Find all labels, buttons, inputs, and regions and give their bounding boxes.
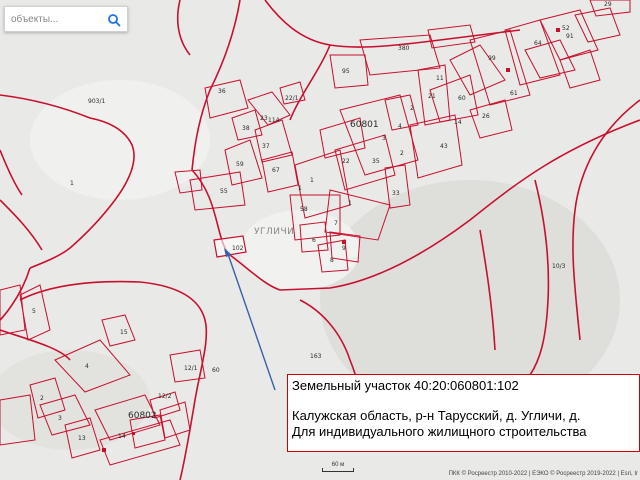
parcel-label: 2 xyxy=(400,150,404,157)
parcel-label: 3 xyxy=(58,415,62,422)
parcel-label: 22/1 xyxy=(285,95,299,102)
block-label-60801: 60801 xyxy=(350,120,379,130)
parcel-title: Земельный участок 40:20:060801:102 xyxy=(292,378,519,393)
parcel-info-box: Земельный участок 40:20:060801:102 Калуж… xyxy=(287,374,640,452)
attribution-text: ПКК © Росреестр 2010-2022 | ЕЭКО © Росре… xyxy=(448,471,638,477)
parcel-label: 14 xyxy=(454,119,462,126)
parcel-label: 15 xyxy=(120,329,128,336)
parcel-label: 12/2 xyxy=(158,393,172,400)
parcel-label-102: 102 xyxy=(232,245,244,252)
parcel-label: 21 xyxy=(428,93,436,100)
parcel-label: 38 xyxy=(242,125,250,132)
parcel-label: 11 xyxy=(436,75,444,82)
parcel-label: 59 xyxy=(236,161,244,168)
parcel-label: 3 xyxy=(382,135,386,142)
parcel-label: 1 xyxy=(348,200,352,207)
parcel-label: 35 xyxy=(372,158,380,165)
scale-bar-line xyxy=(322,468,354,472)
block-label-60802: 60802 xyxy=(128,411,157,421)
parcel-label: 4 xyxy=(85,363,89,370)
parcel-label: 380 xyxy=(398,45,410,52)
parcel-label: 29 xyxy=(604,1,612,8)
parcel-label: 37 xyxy=(262,143,270,150)
parcel-label: 8 xyxy=(330,257,334,264)
parcel-label: 36 xyxy=(218,88,226,95)
parcel-label: 14 xyxy=(118,433,126,440)
parcel-label: 6 xyxy=(312,237,316,244)
parcel-label: 95 xyxy=(342,68,350,75)
parcel-purpose: Для индивидуального жилищного строительс… xyxy=(292,424,587,439)
parcel-label: 9 xyxy=(342,245,346,252)
parcel-label: 60 xyxy=(458,95,466,102)
parcel-label: 33 xyxy=(392,190,400,197)
parcel-label: 7 xyxy=(334,220,338,227)
parcel-label: 903/1 xyxy=(88,98,105,105)
parcel-label: 99 xyxy=(488,55,496,62)
parcel-label: 1 xyxy=(310,177,314,184)
parcel-label: 1 xyxy=(298,185,302,192)
parcel-label: 61 xyxy=(510,90,518,97)
parcel-label: 26 xyxy=(482,113,490,120)
parcel-label: 22 xyxy=(342,158,350,165)
parcel-label: 67 xyxy=(272,167,280,174)
parcel-label: 163 xyxy=(310,353,322,360)
scale-bar: 60 м xyxy=(318,462,358,476)
parcel-label: 64 xyxy=(534,40,542,47)
parcel-label: 55 xyxy=(220,188,228,195)
parcel-label: 13 xyxy=(78,435,86,442)
parcel-label: 1 xyxy=(70,180,74,187)
parcel-label: 4 xyxy=(398,123,402,130)
parcel-label: 43 xyxy=(440,143,448,150)
parcel-label: 2 xyxy=(410,105,414,112)
parcel-label: 60 xyxy=(212,367,220,374)
parcel-label: 58 xyxy=(300,206,308,213)
parcel-label: 23 xyxy=(260,115,268,122)
parcel-label: 91 xyxy=(566,33,574,40)
search-icon[interactable] xyxy=(107,13,121,27)
parcel-label: 114 xyxy=(268,117,280,124)
parcel-label: 10/3 xyxy=(552,263,566,270)
parcel-label: 52 xyxy=(562,25,570,32)
parcel-address: Калужская область, р-н Тарусский, д. Угл… xyxy=(292,408,581,423)
parcel-label: 5 xyxy=(32,308,36,315)
parcel-label: 2 xyxy=(40,395,44,402)
parcel-label: 12/1 xyxy=(184,365,198,372)
settlement-label: УГЛИЧИ xyxy=(254,227,294,237)
search-box[interactable] xyxy=(4,6,128,32)
search-input[interactable] xyxy=(5,13,111,25)
